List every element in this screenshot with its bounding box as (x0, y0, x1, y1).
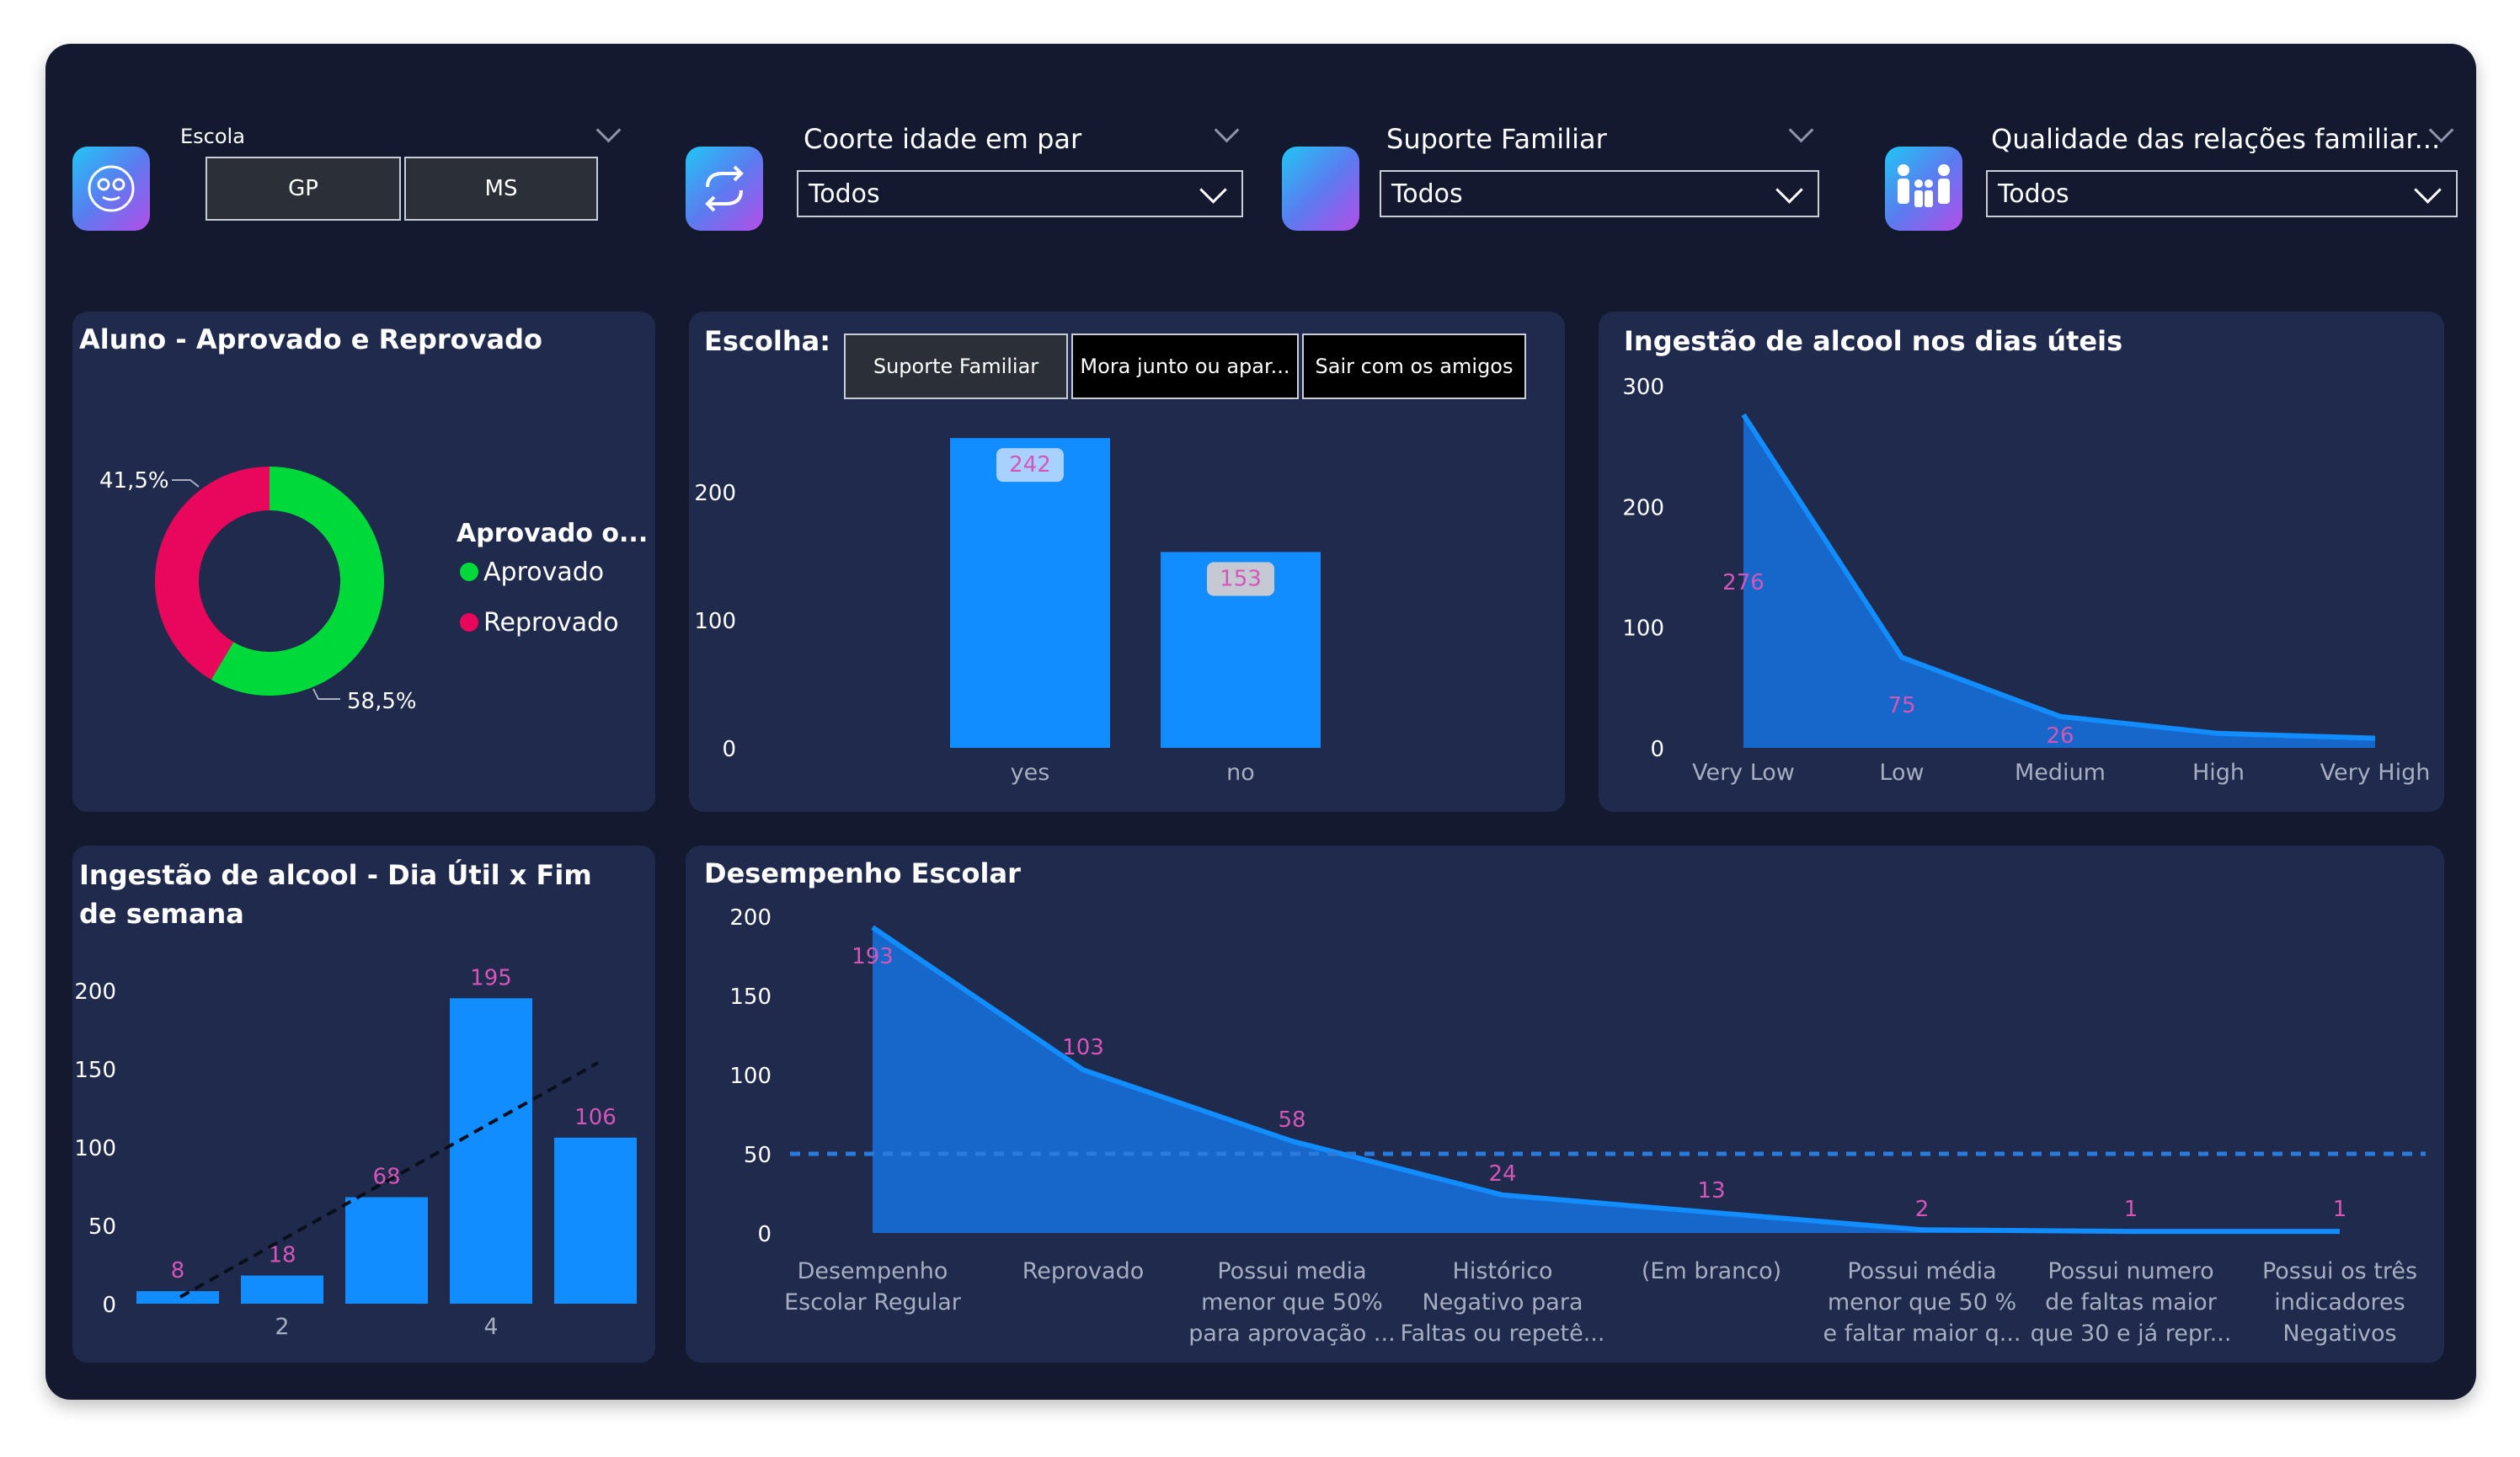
x-category-label: (Em branco) (1642, 1258, 1781, 1284)
y-tick-label: 150 (729, 985, 771, 1010)
y-tick-label: 0 (757, 1222, 771, 1247)
y-tick-label: 50 (744, 1143, 771, 1168)
area-data-label: 13 (1697, 1178, 1725, 1203)
x-category-label: Reprovado (1022, 1258, 1145, 1284)
x-category-label: Possui numero de faltas maior que 30 e já … (2031, 1258, 2232, 1347)
x-category-label: Desempenho Escolar Regular (784, 1258, 962, 1316)
area-data-label: 193 (852, 944, 894, 969)
area-data-label: 58 (1278, 1107, 1305, 1133)
performance-area-chart: 0 50 100 150 200 193 103 58 24 13 2 1 1 Desempenho Esc… (729, 905, 2426, 1347)
area-data-label: 2 (1915, 1197, 1930, 1222)
x-category-label: Possui média menor que 50 % e faltar maior… (1823, 1258, 2021, 1347)
area-data-label: 24 (1488, 1161, 1516, 1187)
area-data-label: 1 (2333, 1197, 2347, 1222)
area-data-label: 103 (1062, 1035, 1104, 1060)
y-tick-label: 100 (729, 1064, 771, 1089)
y-tick-label: 200 (729, 905, 771, 931)
x-category-label: Possui media menor que 50% para aprovação … (1188, 1258, 1395, 1347)
x-category-label: Possui os três indicadores Negativos (2262, 1258, 2417, 1347)
area-fill (873, 927, 2340, 1233)
area-data-label: 1 (2124, 1197, 2138, 1222)
x-category-label: Histórico Negativo para Faltas ou repetê..… (1401, 1258, 1605, 1347)
